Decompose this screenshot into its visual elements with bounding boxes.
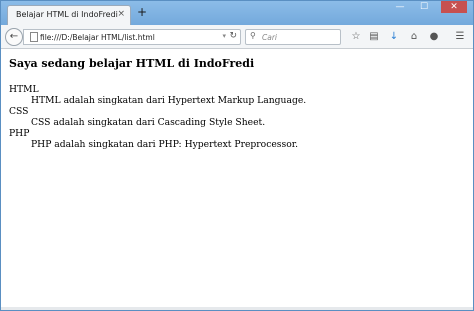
browser-tab[interactable]: Belajar HTML di IndoFredi × (7, 5, 131, 26)
clipboard-icon[interactable]: ▤ (367, 30, 381, 44)
tab-title: Belajar HTML di IndoFredi (16, 10, 118, 19)
star-icon[interactable]: ☆ (349, 30, 363, 44)
reload-icon[interactable]: ↻ (229, 31, 237, 41)
home-icon[interactable]: ⌂ (407, 30, 421, 44)
definition-desc-php: PHP adalah singkatan dari PHP: Hypertext… (31, 139, 299, 150)
window-controls: — ☐ ✕ (393, 1, 467, 13)
tab-close-icon[interactable]: × (117, 9, 125, 19)
search-bar[interactable]: ⚲ Cari (245, 29, 341, 45)
url-dropdown-icon[interactable]: ▾ (222, 32, 226, 40)
hamburger-menu-icon[interactable]: ☰ (453, 30, 467, 44)
new-tab-button[interactable]: + (137, 6, 147, 18)
definition-list: HTML HTML adalah singkatan dari Hypertex… (9, 84, 306, 150)
definition-term-html: HTML (9, 84, 39, 95)
browser-window: Belajar HTML di IndoFredi × + — ☐ ✕ ← fi… (0, 0, 474, 311)
definition-desc-css: CSS adalah singkatan dari Cascading Styl… (31, 117, 266, 128)
close-window-button[interactable]: ✕ (441, 1, 467, 13)
download-arrow-icon[interactable]: ↓ (387, 30, 401, 44)
magnifier-icon: ⚲ (250, 31, 256, 40)
navigation-toolbar: ← file:///D:/Belajar HTML/list.html ▾ ↻ … (1, 25, 473, 49)
page-icon (30, 32, 38, 42)
status-bar (1, 307, 473, 310)
definition-term-css: CSS (9, 106, 29, 117)
url-text: file:///D:/Belajar HTML/list.html (40, 33, 155, 42)
minimize-button[interactable]: — (393, 1, 407, 13)
definition-desc-html: HTML adalah singkatan dari Hypertext Mar… (31, 95, 307, 106)
maximize-button[interactable]: ☐ (417, 1, 431, 13)
page-content: Saya sedang belajar HTML di IndoFredi HT… (1, 49, 473, 310)
back-arrow-icon[interactable]: ← (5, 28, 23, 46)
definition-term-php: PHP (9, 128, 30, 139)
url-bar[interactable]: file:///D:/Belajar HTML/list.html ▾ ↻ (23, 29, 241, 45)
chat-bubble-icon[interactable]: ● (427, 30, 441, 44)
title-bar: Belajar HTML di IndoFredi × + — ☐ ✕ (1, 1, 473, 26)
search-input[interactable]: Cari (262, 33, 277, 42)
page-heading: Saya sedang belajar HTML di IndoFredi (9, 57, 255, 70)
